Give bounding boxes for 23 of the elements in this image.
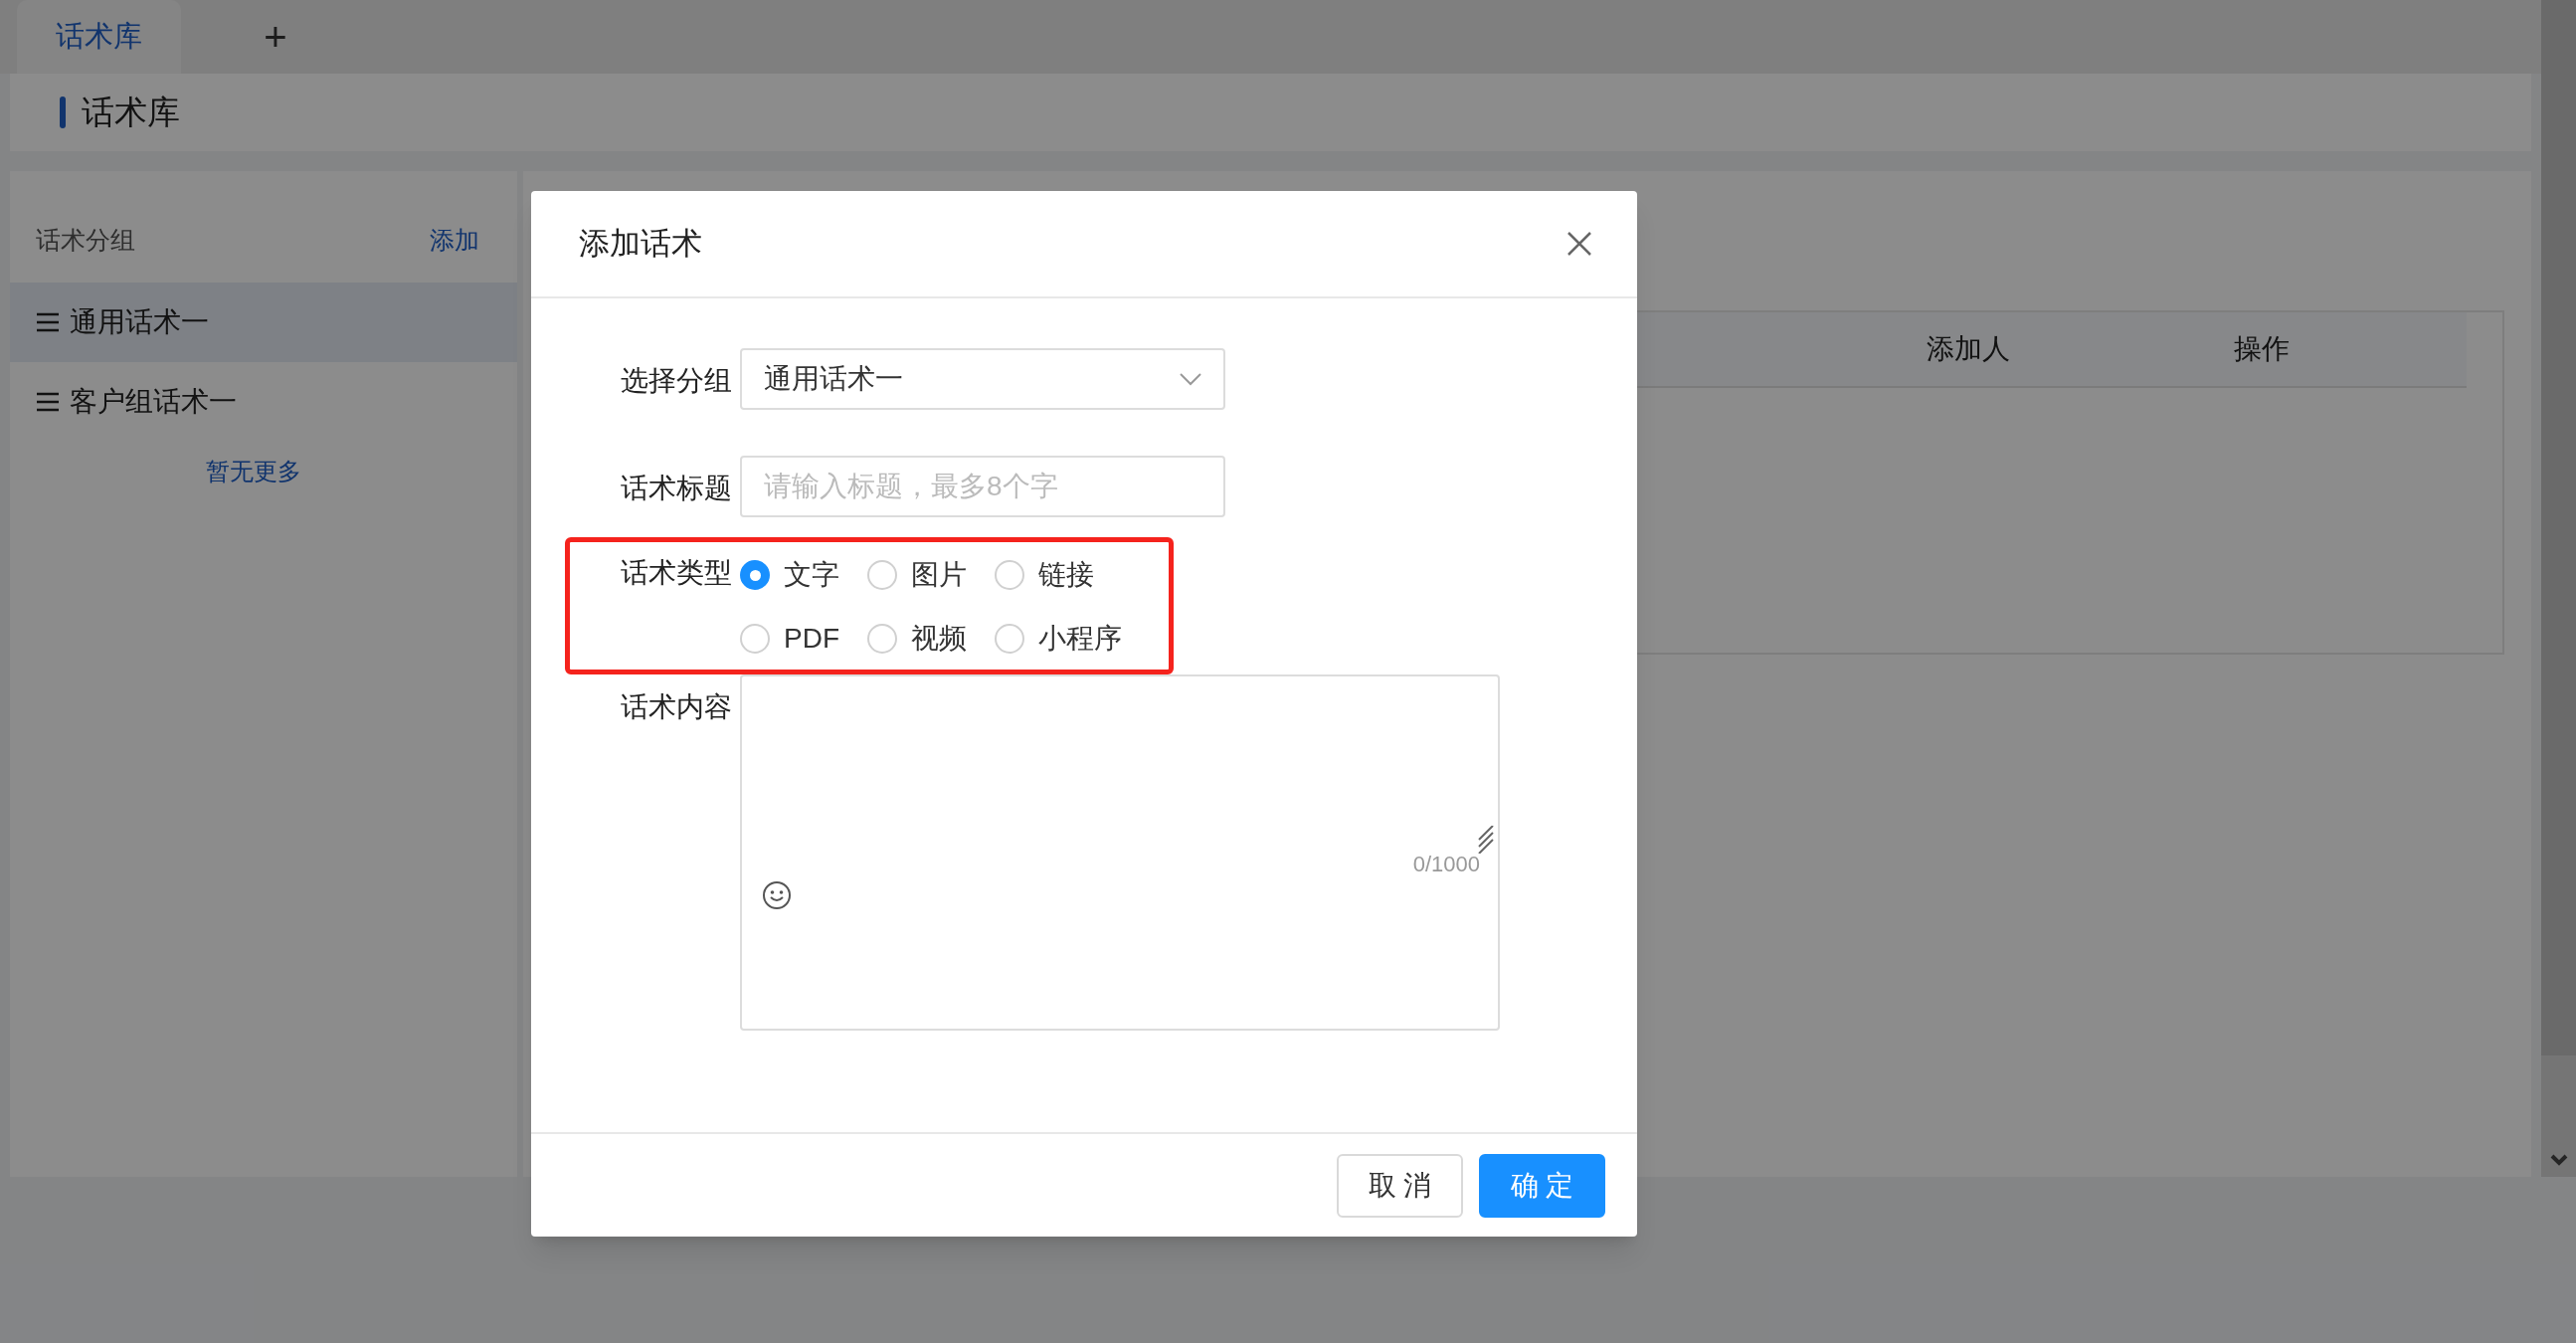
- field-label: 选择分组: [620, 364, 733, 398]
- no-more-text: 暂无更多: [206, 457, 301, 486]
- sidebar-heading: 话术分组: [36, 225, 135, 257]
- cancel-button[interactable]: 取 消: [1337, 1153, 1463, 1218]
- title-input[interactable]: 请输入标题，最多8个字: [740, 456, 1225, 517]
- radio-option[interactable]: 视频: [867, 618, 967, 660]
- field-label: 话术类型: [620, 556, 733, 590]
- column-header: 操作: [2233, 332, 2290, 366]
- group-select[interactable]: 通用话术一: [740, 348, 1225, 410]
- radio-option[interactable]: 链接: [995, 554, 1094, 596]
- radio-option[interactable]: PDF: [740, 618, 839, 660]
- radio-option[interactable]: 图片: [867, 554, 967, 596]
- column-header: 添加人: [1927, 332, 2011, 366]
- radio-option[interactable]: 文字: [740, 554, 839, 596]
- dialog-title: 添加话术: [579, 224, 702, 263]
- group-item[interactable]: 通用话术一: [10, 283, 517, 362]
- page-title: 话术库: [82, 93, 180, 133]
- radio-option[interactable]: 小程序: [995, 618, 1122, 660]
- add-link[interactable]: 添加: [430, 222, 479, 260]
- field-label: 话术内容: [620, 690, 733, 724]
- character-counter: 0/1000: [1412, 851, 1480, 878]
- add-tab-button[interactable]: +: [226, 0, 325, 74]
- field-label: 话术标题: [620, 472, 733, 505]
